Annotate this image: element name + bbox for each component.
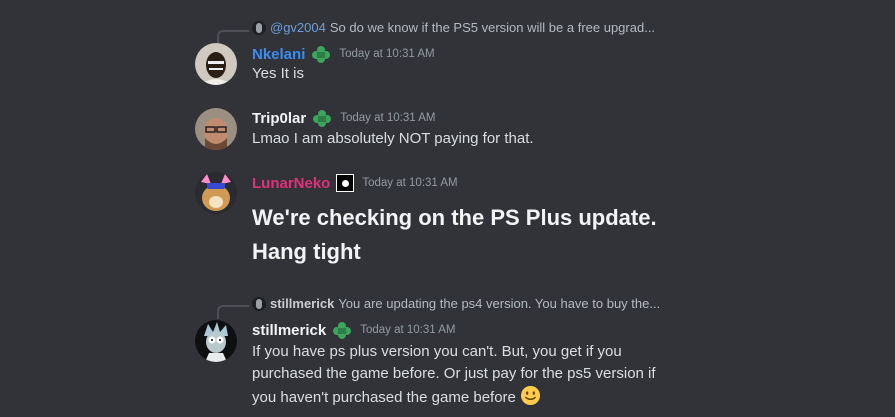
message-trip0lar[interactable]: Trip0lar Today at 10:31 AM Lmao I am abs… [0, 100, 895, 160]
reply-text: You are updating the ps4 version. You ha… [338, 296, 661, 311]
avatar[interactable] [195, 172, 237, 214]
author-name[interactable]: stillmerick [252, 322, 326, 339]
slightly-smiling-face-emoji[interactable] [520, 385, 541, 406]
message-line: you haven't purchased the game before [252, 385, 712, 409]
message-content: Lmao I am absolutely NOT paying for that… [252, 130, 534, 147]
message-lunarneko[interactable]: LunarNeko Today at 10:31 AM We're checki… [0, 165, 895, 275]
author-name[interactable]: Nkelani [252, 46, 305, 63]
message-line: purchased the game before. Or just pay f… [252, 365, 656, 382]
message-nkelani[interactable]: @gv2004 So do we know if the PS5 version… [0, 0, 895, 90]
role-square-icon [336, 174, 355, 192]
reply-preview[interactable]: @gv2004 So do we know if the PS5 version… [252, 20, 655, 35]
message-stillmerick[interactable]: stillmerick You are updating the ps4 ver… [0, 290, 895, 417]
reply-connector [217, 305, 249, 319]
author-name[interactable]: Trip0lar [252, 110, 306, 127]
reply-connector [217, 30, 249, 44]
avatar[interactable] [195, 320, 237, 362]
reply-preview[interactable]: stillmerick You are updating the ps4 ver… [252, 296, 660, 311]
message-content: If you have ps plus version you can't. B… [252, 341, 712, 409]
author-name[interactable]: LunarNeko [252, 175, 330, 192]
message-line: We're checking on the PS Plus update. [252, 205, 657, 230]
avatar[interactable] [195, 108, 237, 150]
timestamp[interactable]: Today at 10:31 AM [362, 177, 457, 189]
timestamp[interactable]: Today at 10:31 AM [339, 48, 434, 60]
timestamp[interactable]: Today at 10:31 AM [340, 112, 435, 124]
message-content: We're checking on the PS Plus update. Ha… [252, 201, 692, 269]
leaf-badge-icon [313, 110, 332, 127]
leaf-badge-icon [333, 322, 352, 339]
leaf-badge-icon [312, 46, 331, 63]
reply-avatar [252, 20, 266, 35]
reply-avatar [252, 296, 266, 311]
reply-author[interactable]: stillmerick [270, 296, 334, 311]
reply-author[interactable]: @gv2004 [270, 20, 326, 35]
message-content: Yes It is [252, 65, 304, 82]
avatar[interactable] [195, 43, 237, 85]
message-line: Hang tight [252, 239, 361, 264]
message-line: If you have ps plus version you can't. B… [252, 343, 622, 360]
reply-text: So do we know if the PS5 version will be… [329, 20, 656, 35]
timestamp[interactable]: Today at 10:31 AM [360, 324, 455, 336]
